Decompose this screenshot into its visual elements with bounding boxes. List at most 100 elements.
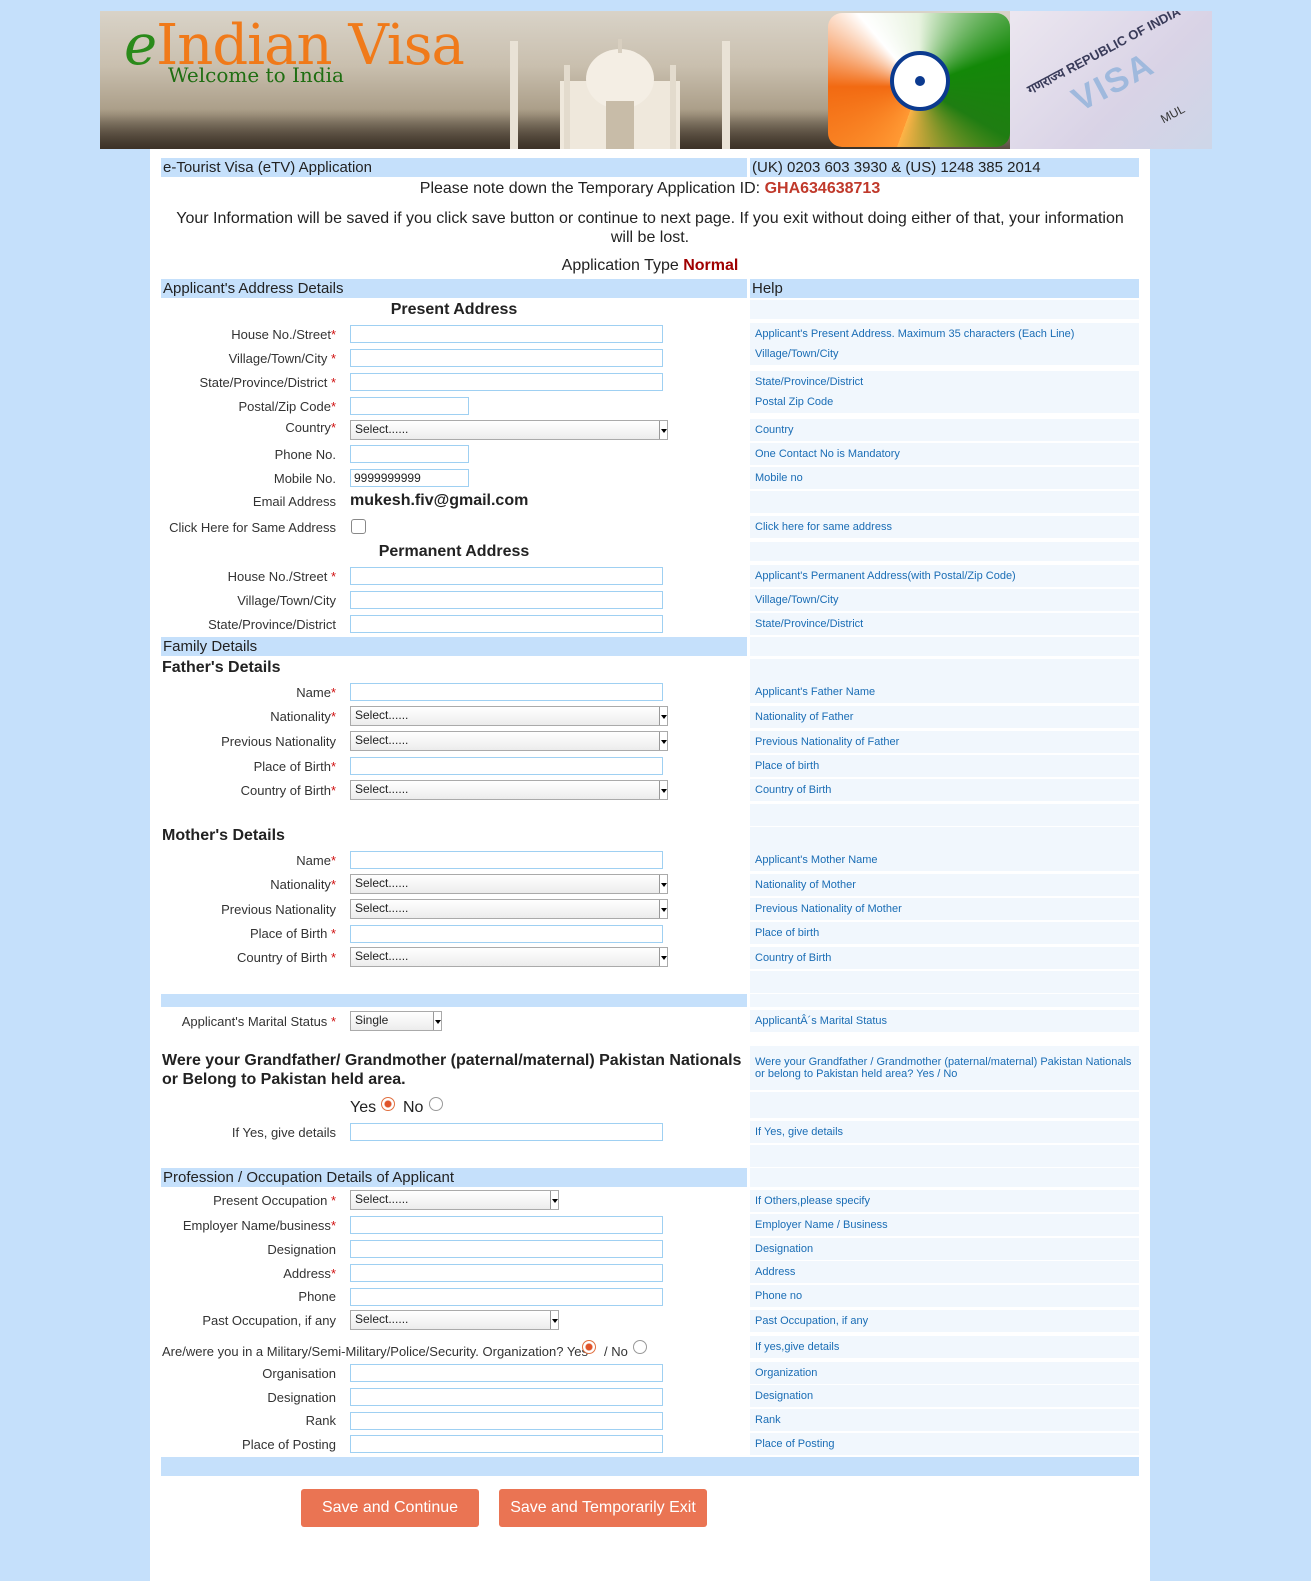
marital-status-help: ApplicantÂ´s Marital Status [750, 1010, 1139, 1032]
postal-help: Postal Zip Code [750, 391, 1139, 413]
state-help: State/Province/District [750, 371, 1139, 393]
occupation-address-input[interactable] [350, 1264, 663, 1282]
father-name-input[interactable] [350, 683, 663, 701]
chevron-down-icon [659, 732, 667, 750]
country-help: Country [750, 419, 1139, 441]
chevron-down-icon [659, 421, 667, 439]
posting-help: Place of Posting [750, 1433, 1139, 1455]
permanent-state-input[interactable] [350, 615, 663, 633]
father-nationality-help: Nationality of Father [750, 706, 1139, 728]
occupation-address-label: Address* [283, 1266, 336, 1281]
present-postal-input[interactable] [350, 397, 469, 415]
father-cob-label: Country of Birth* [240, 783, 336, 798]
mother-prev-nationality-select[interactable]: Select...... [350, 899, 668, 919]
permanent-house-input[interactable] [350, 567, 663, 585]
military-designation-input[interactable] [350, 1388, 663, 1406]
help-header: Help [750, 279, 1139, 298]
chevron-down-icon [550, 1311, 558, 1329]
pakistan-details-input[interactable] [350, 1123, 663, 1141]
mobile-help: Mobile no [750, 467, 1139, 489]
rank-input[interactable] [350, 1412, 663, 1430]
taj-mahal-image [510, 39, 730, 149]
pakistan-details-help: If Yes, give details [750, 1121, 1139, 1143]
marital-status-select[interactable]: Single [350, 1011, 442, 1031]
designation-help: Designation [750, 1238, 1139, 1260]
present-occupation-help: If Others,please specify [750, 1190, 1139, 1212]
mother-name-label: Name* [296, 853, 336, 868]
application-type-value: Normal [683, 257, 739, 274]
perm-house-help: Applicant's Permanent Address(with Posta… [750, 565, 1139, 587]
perm-state-help: State/Province/District [750, 613, 1139, 635]
family-section-header: Family Details [161, 637, 747, 656]
father-prev-nationality-label: Previous Nationality [221, 734, 336, 749]
posting-input[interactable] [350, 1435, 663, 1453]
mother-name-input[interactable] [350, 851, 663, 869]
application-form: e-Tourist Visa (eTV) Application (UK) 02… [150, 149, 1150, 1581]
designation-input[interactable] [350, 1240, 663, 1258]
father-pob-input[interactable] [350, 757, 663, 775]
military-question: Are/were you in a Military/Semi-Military… [162, 1344, 589, 1359]
section-divider [161, 994, 747, 1007]
present-village-input[interactable] [350, 349, 663, 367]
military-no-radio[interactable] [633, 1340, 647, 1354]
present-state-input[interactable] [350, 373, 663, 391]
chevron-down-icon [659, 948, 667, 966]
help-spacer [750, 1168, 1139, 1187]
present-house-input[interactable] [350, 325, 663, 343]
father-name-help: Applicant's Father Name [750, 681, 1139, 703]
permanent-village-input[interactable] [350, 591, 663, 609]
save-and-exit-button[interactable]: Save and Temporarily Exit [499, 1489, 707, 1527]
email-label: Email Address [252, 494, 336, 509]
mother-name-help: Applicant's Mother Name [750, 849, 1139, 871]
mother-nationality-select[interactable]: Select...... [350, 874, 668, 894]
save-and-continue-button[interactable]: Save and Continue [301, 1489, 479, 1527]
mobile-input[interactable]: 9999999999 [350, 469, 469, 487]
temp-application-id: GHA634638713 [764, 180, 881, 197]
mother-cob-help: Country of Birth [750, 947, 1139, 969]
application-type: Application Type Normal [561, 257, 739, 274]
same-address-label: Click Here for Same Address [169, 520, 336, 535]
present-occupation-select[interactable]: Select...... [350, 1190, 559, 1210]
help-spacer [750, 827, 1139, 849]
pakistan-help: Were your Grandfather / Grandmother (pat… [750, 1046, 1139, 1090]
mother-cob-select[interactable]: Select...... [350, 947, 668, 967]
military-yes-radio[interactable] [582, 1340, 596, 1354]
form-title: e-Tourist Visa (eTV) Application [161, 158, 747, 177]
same-address-help: Click here for same address [750, 516, 1139, 538]
employer-input[interactable] [350, 1216, 663, 1234]
father-cob-help: Country of Birth [750, 779, 1139, 801]
military-designation-label: Designation [267, 1390, 336, 1405]
father-nationality-label: Nationality* [270, 709, 336, 724]
organisation-help: Organization [750, 1362, 1139, 1384]
past-occupation-select[interactable]: Select...... [350, 1310, 559, 1330]
mother-nationality-label: Nationality* [270, 877, 336, 892]
father-pob-label: Place of Birth* [253, 759, 336, 774]
father-name-label: Name* [296, 685, 336, 700]
organisation-input[interactable] [350, 1364, 663, 1382]
phone-input[interactable] [350, 445, 469, 463]
chevron-down-icon [433, 1012, 441, 1030]
welcome-tagline: Welcome to India [168, 63, 344, 87]
military-help: If yes,give details [750, 1336, 1139, 1358]
past-occupation-label: Past Occupation, if any [202, 1313, 336, 1328]
mother-pob-input[interactable] [350, 925, 663, 943]
father-cob-select[interactable]: Select...... [350, 780, 668, 800]
same-address-checkbox[interactable] [351, 519, 366, 534]
house-label: House No./Street* [231, 327, 336, 342]
chevron-down-icon [659, 707, 667, 725]
pakistan-no-radio[interactable] [429, 1097, 443, 1111]
pakistan-yes-radio[interactable] [381, 1097, 395, 1111]
past-occupation-help: Past Occupation, if any [750, 1310, 1139, 1332]
father-prev-nationality-help: Previous Nationality of Father [750, 731, 1139, 753]
father-nationality-select[interactable]: Select...... [350, 706, 668, 726]
house-help: Applicant's Present Address. Maximum 35 … [750, 323, 1139, 345]
india-flag-swirl-image [828, 13, 1010, 147]
occupation-phone-help: Phone no [750, 1285, 1139, 1307]
rank-help: Rank [750, 1409, 1139, 1431]
chevron-down-icon [659, 875, 667, 893]
phone-help: One Contact No is Mandatory [750, 443, 1139, 465]
help-spacer [750, 300, 1139, 319]
present-country-select[interactable]: Select...... [350, 420, 668, 440]
occupation-phone-input[interactable] [350, 1288, 663, 1306]
father-prev-nationality-select[interactable]: Select...... [350, 731, 668, 751]
